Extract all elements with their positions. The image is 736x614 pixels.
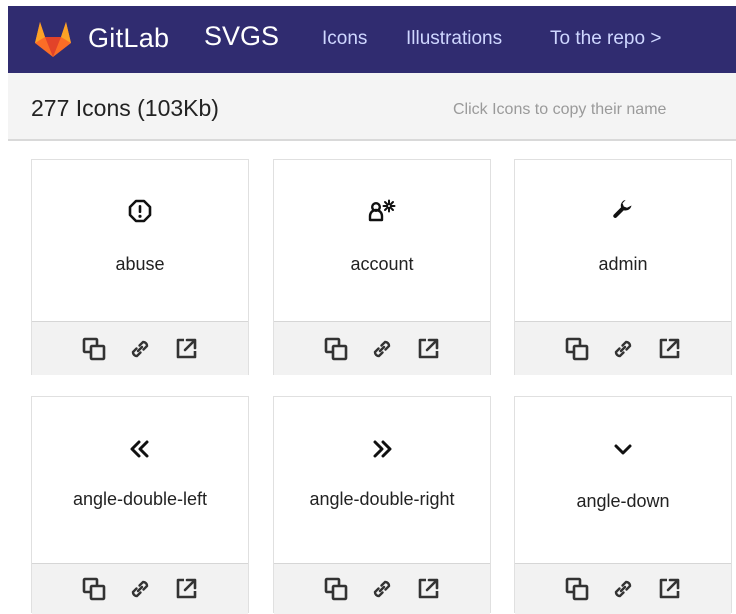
icon-name: admin [598, 254, 648, 274]
angle-double-left-icon [130, 440, 149, 458]
icon-card-angle-double-left[interactable]: angle-double-left [31, 396, 249, 614]
gitlab-logo-icon[interactable] [32, 19, 74, 59]
icon-count: 277 Icons (103Kb) [31, 95, 219, 121]
card-actions [274, 564, 490, 614]
icon-preview[interactable]: abuse [32, 160, 248, 322]
wrench-icon [613, 199, 632, 218]
external-link-icon[interactable] [173, 336, 199, 362]
icon-name: angle-double-right [309, 489, 455, 509]
icon-preview[interactable]: angle-down [515, 397, 731, 564]
external-link-icon[interactable] [415, 336, 441, 362]
copy-icon[interactable] [81, 576, 107, 602]
copy-icon[interactable] [323, 576, 349, 602]
link-icon[interactable] [127, 576, 153, 602]
external-link-icon[interactable] [656, 336, 682, 362]
icon-card-admin[interactable]: admin [514, 159, 732, 375]
icon-preview[interactable]: account [274, 160, 490, 322]
nav-link-repo[interactable]: To the repo > [550, 28, 661, 50]
link-icon[interactable] [610, 336, 636, 362]
copy-hint: Click Icons to copy their name [453, 101, 667, 118]
external-link-icon[interactable] [656, 576, 682, 602]
octagon-exclamation-icon [128, 199, 152, 223]
external-link-icon[interactable] [173, 576, 199, 602]
external-link-icon[interactable] [415, 576, 441, 602]
card-actions [32, 564, 248, 614]
copy-icon[interactable] [323, 336, 349, 362]
nav-link-icons[interactable]: Icons [322, 28, 367, 50]
nav-link-illustrations[interactable]: Illustrations [406, 28, 502, 50]
icon-card-angle-down[interactable]: angle-down [514, 396, 732, 614]
icon-card-account[interactable]: account [273, 159, 491, 375]
link-icon[interactable] [369, 576, 395, 602]
icon-name: account [350, 254, 414, 274]
product-name[interactable]: SVGS [204, 21, 279, 52]
brand-name[interactable]: GitLab [88, 23, 169, 54]
icon-preview[interactable]: angle-double-left [32, 397, 248, 564]
icon-preview[interactable]: admin [515, 160, 731, 322]
icon-card-abuse[interactable]: abuse [31, 159, 249, 375]
card-actions [274, 322, 490, 375]
account-icon [368, 199, 396, 222]
card-actions [32, 322, 248, 375]
icon-name: angle-down [576, 491, 670, 511]
copy-icon[interactable] [81, 336, 107, 362]
card-actions [515, 564, 731, 614]
icon-card-angle-double-right[interactable]: angle-double-right [273, 396, 491, 614]
icon-name: angle-double-left [72, 489, 208, 509]
copy-icon[interactable] [564, 336, 590, 362]
top-nav-bar: GitLab SVGS Icons Illustrations To the r… [8, 6, 736, 73]
card-actions [515, 322, 731, 375]
copy-icon[interactable] [564, 576, 590, 602]
sub-header: 277 Icons (103Kb) Click Icons to copy th… [8, 73, 736, 141]
link-icon[interactable] [127, 336, 153, 362]
angle-down-icon [614, 444, 632, 455]
icon-preview[interactable]: angle-double-right [274, 397, 490, 564]
icon-name: abuse [115, 254, 165, 274]
link-icon[interactable] [369, 336, 395, 362]
angle-double-right-icon [373, 440, 392, 458]
link-icon[interactable] [610, 576, 636, 602]
